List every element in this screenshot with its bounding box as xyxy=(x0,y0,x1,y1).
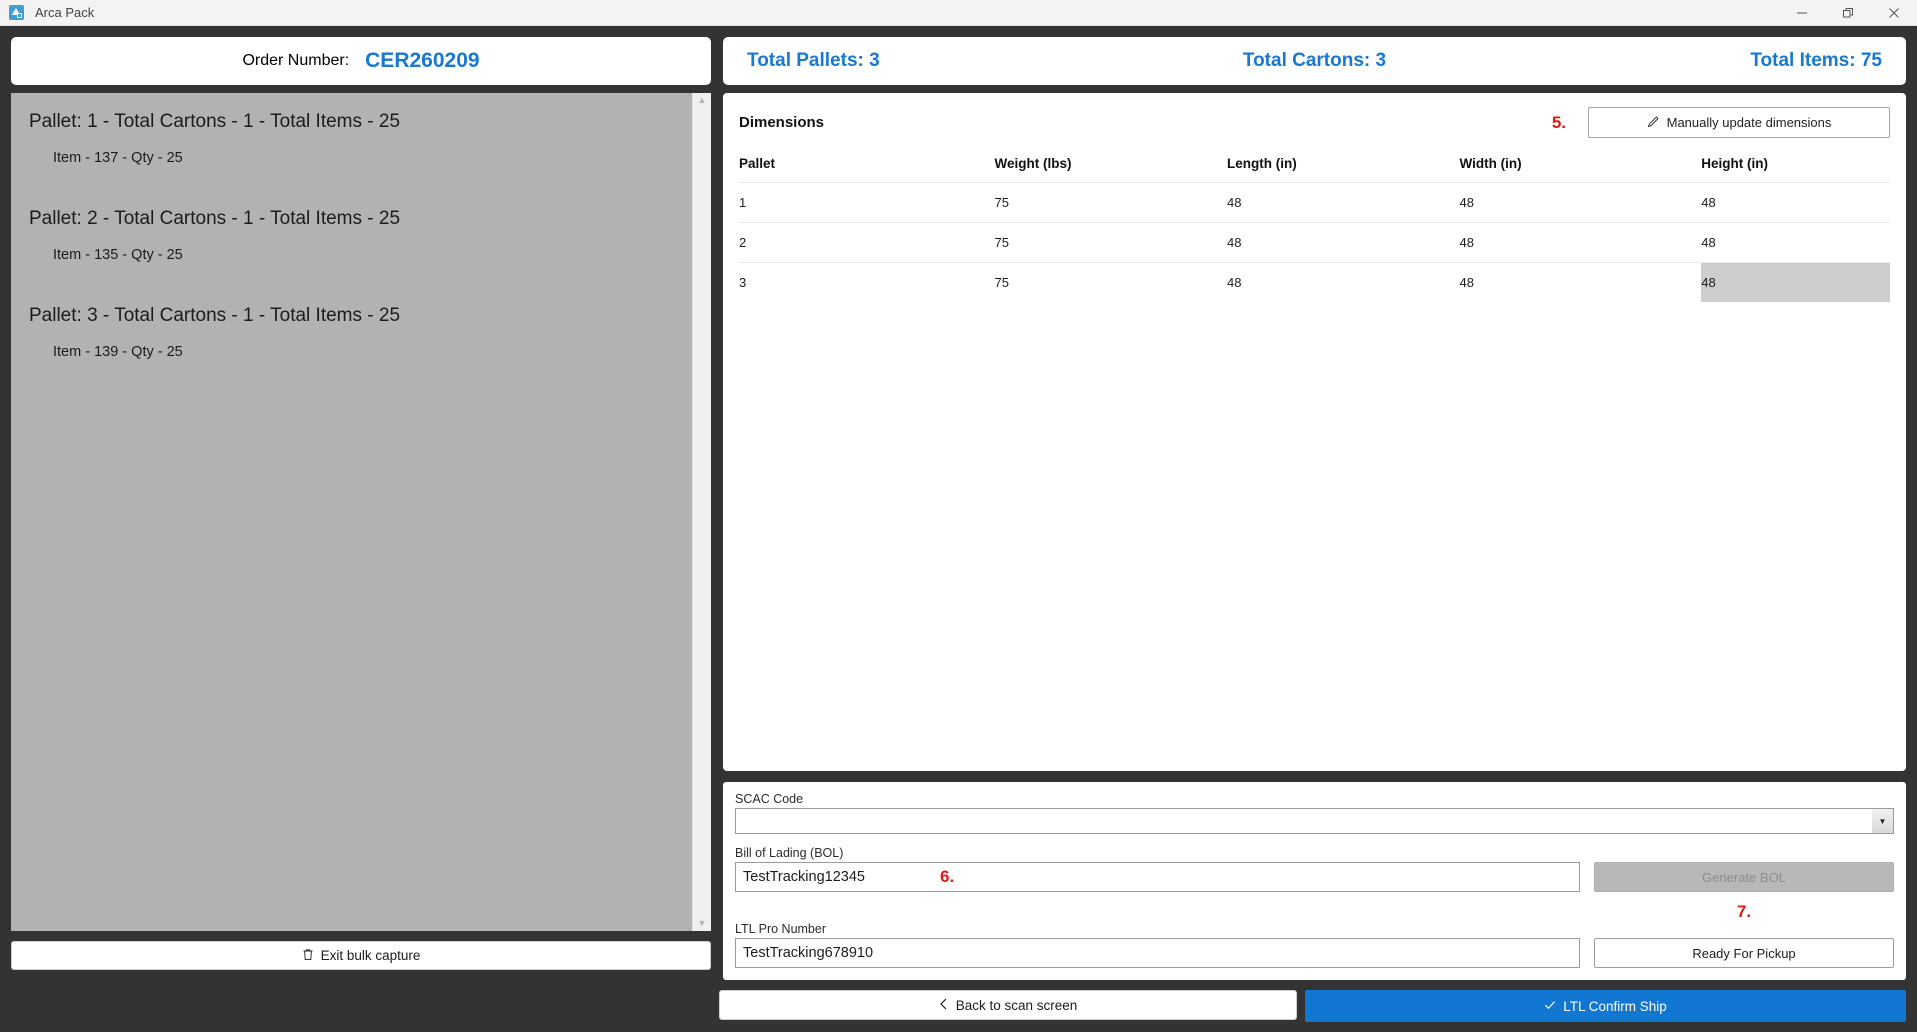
dimensions-panel: Dimensions 5. Manually update dimensions xyxy=(723,93,1906,771)
pallet-title: Pallet: 3 - Total Cartons - 1 - Total It… xyxy=(29,305,401,326)
annotation-7-wrap: 7. xyxy=(1594,902,1894,922)
window-titlebar: Arca Pack xyxy=(0,0,1917,26)
exit-bulk-capture-button[interactable]: Exit bulk capture xyxy=(11,941,711,970)
ltl-pro-number-label: LTL Pro Number xyxy=(735,922,827,936)
cell-pallet: 2 xyxy=(739,222,995,263)
column-header-height: Height (in) xyxy=(1701,156,1768,171)
ltl-pro-row: TestTracking678910 Ready For Pickup xyxy=(735,938,1894,968)
trash-icon xyxy=(302,948,314,964)
scroll-down-icon[interactable]: ▼ xyxy=(698,919,707,928)
order-number-label: Order Number: xyxy=(242,52,350,69)
app-root: Order Number: CER260209 Pallet: 1 - Tota… xyxy=(0,26,1917,1032)
manually-update-dimensions-button[interactable]: Manually update dimensions xyxy=(1588,107,1890,138)
total-cartons: Total Cartons: 3 xyxy=(1242,50,1387,71)
scac-code-row: ▼ xyxy=(735,808,1894,834)
pallet-list[interactable]: Pallet: 1 - Total Cartons - 1 - Total It… xyxy=(11,93,692,931)
list-item[interactable]: Pallet: 1 - Total Cartons - 1 - Total It… xyxy=(29,111,682,166)
cell-weight[interactable]: 75 xyxy=(994,182,1228,223)
dimensions-title: Dimensions xyxy=(739,114,825,131)
totals-bar: Total Pallets: 3 Total Cartons: 3 Total … xyxy=(723,37,1906,85)
column-header-weight: Weight (lbs) xyxy=(994,156,1072,171)
table-row[interactable]: 2 75 48 48 48 xyxy=(739,222,1890,263)
bol-field-wrap: TestTracking12345 6. xyxy=(735,862,1580,892)
order-header: Order Number: CER260209 xyxy=(11,37,711,85)
bol-row: TestTracking12345 6. Generate BOL xyxy=(735,862,1894,892)
pallet-item-detail: Item - 135 - Qty - 25 xyxy=(53,247,183,263)
back-to-scan-screen-label: Back to scan screen xyxy=(955,997,1078,1013)
pencil-icon xyxy=(1647,115,1660,131)
annotation-6: 6. xyxy=(940,867,955,886)
pallet-item-detail: Item - 139 - Qty - 25 xyxy=(53,344,183,360)
cell-weight[interactable]: 75 xyxy=(994,262,1228,302)
cell-pallet: 1 xyxy=(739,182,995,223)
restore-button[interactable] xyxy=(1825,0,1871,26)
right-panel: Total Pallets: 3 Total Cartons: 3 Total … xyxy=(723,37,1906,980)
generate-bol-button[interactable]: Generate BOL xyxy=(1594,862,1894,892)
ltl-pro-field-wrap: TestTracking678910 xyxy=(735,938,1580,968)
cell-weight[interactable]: 75 xyxy=(994,222,1228,263)
dimensions-header-row: Dimensions 5. Manually update dimensions xyxy=(739,107,1890,138)
chevron-down-icon[interactable]: ▼ xyxy=(1872,809,1893,833)
pallet-list-scrollbar[interactable]: ▲ ▼ xyxy=(692,93,711,931)
actions-left-spacer xyxy=(11,990,711,1022)
app-icon xyxy=(8,4,25,21)
pallet-title: Pallet: 2 - Total Cartons - 1 - Total It… xyxy=(29,208,401,229)
chevron-left-icon xyxy=(939,998,948,1013)
window-title: Arca Pack xyxy=(35,5,95,20)
ready-for-pickup-button[interactable]: Ready For Pickup xyxy=(1594,938,1894,968)
ltl-pro-number-input[interactable]: TestTracking678910 xyxy=(735,938,1580,968)
total-items: Total Items: 75 xyxy=(1750,50,1882,71)
main-content: Order Number: CER260209 Pallet: 1 - Tota… xyxy=(0,26,1917,980)
order-number-value: CER260209 xyxy=(365,49,480,72)
check-icon xyxy=(1544,999,1556,1014)
scroll-up-icon[interactable]: ▲ xyxy=(698,96,707,105)
bottom-actions-row: Back to scan screen LTL Confirm Ship xyxy=(0,980,1917,1022)
cell-width[interactable]: 48 xyxy=(1459,182,1702,223)
manually-update-dimensions-label: Manually update dimensions xyxy=(1666,115,1832,130)
cell-width[interactable]: 48 xyxy=(1459,222,1702,263)
list-item[interactable]: Pallet: 2 - Total Cartons - 1 - Total It… xyxy=(29,208,682,263)
ltl-confirm-ship-button[interactable]: LTL Confirm Ship xyxy=(1305,990,1906,1022)
back-to-scan-screen-button[interactable]: Back to scan screen xyxy=(719,990,1297,1020)
table-header-row: Pallet Weight (lbs) Length (in) Width (i… xyxy=(739,152,1890,183)
ltl-confirm-ship-label: LTL Confirm Ship xyxy=(1563,998,1667,1014)
cell-height[interactable]: 48 xyxy=(1701,182,1890,223)
cell-height[interactable]: 48 xyxy=(1701,262,1890,302)
cell-pallet: 3 xyxy=(739,262,995,302)
scac-code-label: SCAC Code xyxy=(735,792,804,806)
annotation-7: 7. xyxy=(1736,902,1752,921)
list-item[interactable]: Pallet: 3 - Total Cartons - 1 - Total It… xyxy=(29,305,682,360)
shipping-form-panel: SCAC Code ▼ Bill of Lading (BOL) TestTra… xyxy=(723,782,1906,980)
scac-code-select[interactable] xyxy=(735,808,1894,834)
column-header-pallet: Pallet xyxy=(739,156,776,171)
bol-label: Bill of Lading (BOL) xyxy=(735,846,844,860)
bol-input[interactable]: TestTracking12345 xyxy=(735,862,1580,892)
ltl-annotation-row: 7. xyxy=(735,902,1894,922)
close-button[interactable] xyxy=(1871,0,1917,26)
exit-bulk-capture-label: Exit bulk capture xyxy=(320,948,421,963)
table-row[interactable]: 1 75 48 48 48 xyxy=(739,182,1890,223)
cell-length[interactable]: 48 xyxy=(1227,262,1460,302)
dimensions-table: Pallet Weight (lbs) Length (in) Width (i… xyxy=(739,152,1890,302)
pallet-item-detail: Item - 137 - Qty - 25 xyxy=(53,150,183,166)
pallet-list-container: Pallet: 1 - Total Cartons - 1 - Total It… xyxy=(11,93,711,931)
left-panel: Order Number: CER260209 Pallet: 1 - Tota… xyxy=(11,37,711,980)
column-header-width: Width (in) xyxy=(1459,156,1522,171)
cell-height[interactable]: 48 xyxy=(1701,222,1890,263)
cell-width[interactable]: 48 xyxy=(1459,262,1702,302)
column-header-length: Length (in) xyxy=(1227,156,1297,171)
table-row[interactable]: 3 75 48 48 48 xyxy=(739,262,1890,302)
pallet-title: Pallet: 1 - Total Cartons - 1 - Total It… xyxy=(29,111,401,132)
cell-length[interactable]: 48 xyxy=(1227,222,1460,263)
cell-length[interactable]: 48 xyxy=(1227,182,1460,223)
annotation-5: 5. xyxy=(1551,112,1566,132)
total-pallets: Total Pallets: 3 xyxy=(747,50,880,71)
minimize-button[interactable] xyxy=(1779,0,1825,26)
